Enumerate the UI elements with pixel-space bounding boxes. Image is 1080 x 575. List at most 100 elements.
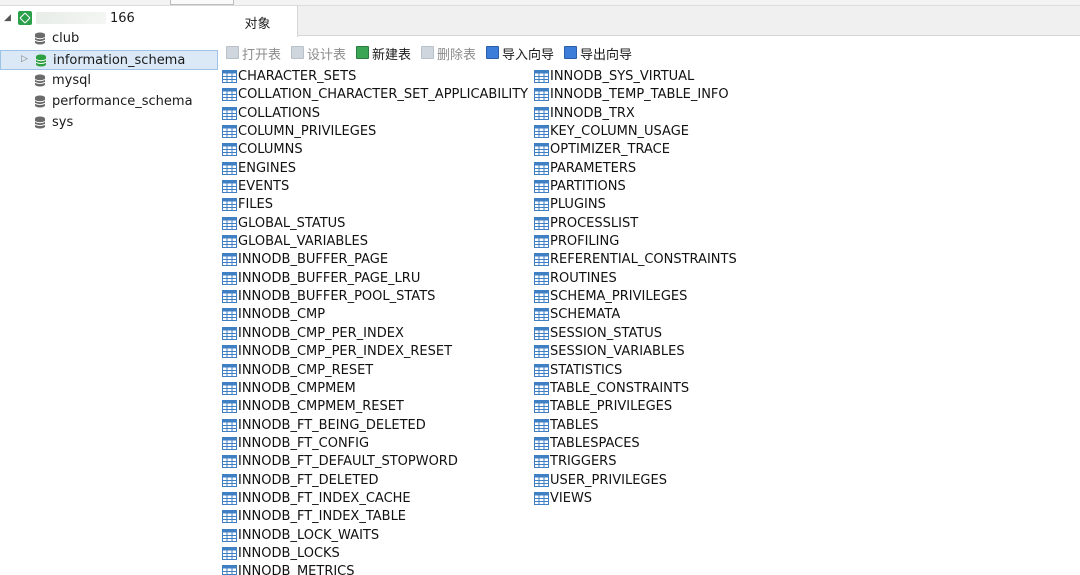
table-name: TABLE_PRIVILEGES bbox=[550, 399, 673, 415]
table-name: TABLESPACES bbox=[550, 435, 640, 451]
table-name: SCHEMA_PRIVILEGES bbox=[550, 289, 688, 305]
collapse-triangle-icon[interactable]: ◢ bbox=[4, 13, 11, 23]
table-icon bbox=[222, 381, 237, 395]
export-wizard-label: 导出向导 bbox=[580, 48, 633, 63]
table-icon bbox=[534, 70, 549, 83]
table-name: INNODB_LOCK_WAITS bbox=[238, 527, 380, 543]
export-wizard-icon bbox=[564, 46, 577, 59]
table-icon bbox=[534, 345, 549, 359]
new-table-icon bbox=[356, 46, 369, 59]
table-icon bbox=[534, 400, 549, 414]
import-wizard-label: 导入向导 bbox=[502, 48, 555, 63]
table-icon bbox=[534, 455, 549, 469]
table-name: INNODB_TEMP_TABLE_INFO bbox=[550, 87, 729, 103]
table-icon bbox=[534, 235, 549, 249]
table-icon bbox=[222, 198, 237, 212]
db-label: mysql bbox=[52, 73, 91, 88]
table-icon bbox=[534, 143, 549, 157]
design-table-icon bbox=[291, 46, 304, 59]
table-name: COLLATIONS bbox=[238, 105, 320, 121]
db-node-club[interactable]: club bbox=[0, 29, 218, 49]
table-name: INNODB_CMPMEM_RESET bbox=[238, 399, 404, 415]
table-icon bbox=[534, 363, 549, 377]
tab-objects[interactable]: 对象 bbox=[218, 6, 298, 37]
database-icon bbox=[35, 54, 47, 67]
table-icon bbox=[222, 510, 237, 524]
table-name: EVENTS bbox=[238, 179, 290, 195]
table-icon bbox=[534, 161, 549, 175]
table-name: PLUGINS bbox=[550, 197, 606, 213]
table-name: GLOBAL_VARIABLES bbox=[238, 234, 368, 250]
table-name: INNODB_SYS_VIRTUAL bbox=[550, 69, 695, 84]
open-table-label: 打开表 bbox=[242, 48, 282, 63]
delete-table-icon bbox=[421, 46, 434, 59]
table-name: INNODB_BUFFER_POOL_STATS bbox=[238, 289, 436, 305]
table-icon bbox=[222, 106, 237, 120]
table-icon bbox=[534, 216, 549, 230]
table-name: SCHEMATA bbox=[550, 307, 621, 323]
table-name: GLOBAL_STATUS bbox=[238, 215, 346, 231]
table-name: INNODB_METRICS bbox=[238, 564, 355, 575]
table-icon bbox=[222, 455, 237, 469]
table-name: TABLE_CONSTRAINTS bbox=[550, 380, 690, 396]
delete-table-label: 删除表 bbox=[437, 48, 477, 63]
table-name: SESSION_VARIABLES bbox=[550, 344, 685, 360]
table-name: PROFILING bbox=[550, 234, 620, 250]
table-icon bbox=[534, 180, 549, 194]
db-node-mysql[interactable]: mysql bbox=[0, 71, 218, 91]
table-name: TRIGGERS bbox=[550, 454, 617, 470]
table-icon bbox=[534, 106, 549, 120]
table-icon bbox=[222, 235, 237, 249]
table-name: INNODB_FT_CONFIG bbox=[238, 435, 370, 451]
table-icon bbox=[222, 253, 237, 267]
db-node-performance-schema[interactable]: performance_schema bbox=[0, 92, 218, 112]
expand-chevron-icon[interactable]: ▷ bbox=[21, 54, 28, 64]
table-icon bbox=[534, 271, 549, 285]
table-icon bbox=[222, 308, 237, 322]
table-icon bbox=[222, 565, 237, 575]
table-icon bbox=[222, 161, 237, 175]
table-name: INNODB_BUFFER_PAGE_LRU bbox=[238, 270, 421, 286]
table-icon bbox=[534, 88, 549, 102]
table-icon bbox=[222, 180, 237, 194]
object-panel: 对象 打开表 设计表 新建表 删除表 导入向导 导出向导 CHARACTER_S… bbox=[218, 6, 1080, 575]
db-label: information_schema bbox=[53, 53, 186, 68]
design-table-label: 设计表 bbox=[307, 48, 347, 63]
table-icon bbox=[222, 271, 237, 285]
connection-node[interactable]: ◢ 166 bbox=[0, 10, 218, 28]
table-name: INNODB_FT_DELETED bbox=[238, 472, 379, 488]
table-name: INNODB_CMPMEM bbox=[238, 380, 356, 396]
db-label: sys bbox=[52, 115, 74, 130]
database-icon bbox=[34, 74, 46, 87]
table-icon bbox=[534, 290, 549, 304]
table-icon bbox=[534, 198, 549, 212]
table-icon bbox=[222, 528, 237, 542]
table-icon bbox=[222, 125, 237, 139]
table-icon bbox=[534, 381, 549, 395]
table-name: INNODB_CMP_RESET bbox=[238, 362, 374, 378]
table-name: COLUMNS bbox=[238, 142, 303, 158]
db-label: club bbox=[52, 31, 80, 46]
database-icon bbox=[34, 95, 46, 108]
table-name: INNODB_BUFFER_PAGE bbox=[238, 252, 389, 268]
table-name: INNODB_TRX bbox=[550, 105, 635, 121]
table-icon bbox=[534, 436, 549, 450]
new-table-label: 新建表 bbox=[372, 48, 412, 63]
db-label: performance_schema bbox=[52, 94, 193, 109]
table-name: VIEWS bbox=[550, 490, 593, 506]
table-name: INNODB_CMP_PER_INDEX_RESET bbox=[238, 344, 453, 360]
table-name: PROCESSLIST bbox=[550, 215, 639, 231]
table-name: INNODB_FT_BEING_DELETED bbox=[238, 417, 426, 433]
table-name: PARAMETERS bbox=[550, 160, 637, 176]
table-name: TABLES bbox=[550, 417, 599, 433]
database-icon bbox=[34, 116, 46, 129]
table-icon bbox=[534, 308, 549, 322]
table-name: ENGINES bbox=[238, 160, 297, 176]
table-name: INNODB_FT_INDEX_TABLE bbox=[238, 509, 407, 525]
table-name: INNODB_CMP bbox=[238, 307, 326, 323]
db-node-information-schema[interactable]: ▷ information_schema bbox=[0, 50, 218, 70]
table-name: ROUTINES bbox=[550, 270, 617, 286]
db-node-sys[interactable]: sys bbox=[0, 113, 218, 133]
table-name: FILES bbox=[238, 197, 274, 213]
object-toolbar: 打开表 设计表 新建表 删除表 导入向导 导出向导 bbox=[218, 42, 1080, 64]
